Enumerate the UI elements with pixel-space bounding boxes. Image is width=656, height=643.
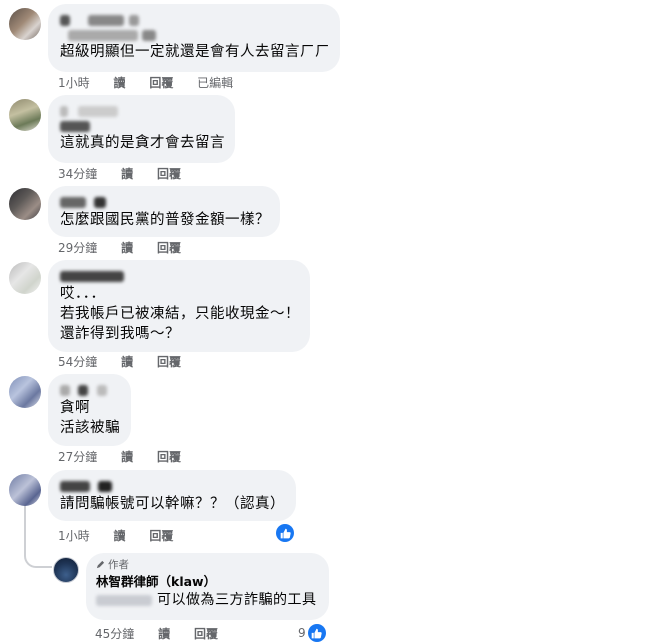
commenter-subname <box>60 28 328 42</box>
comment-timestamp[interactable]: 27分鐘 <box>58 450 97 464</box>
comment-bubble: 怎麼跟國民黨的普發金額一樣？ <box>48 186 280 237</box>
reply-text-row: 可以做為三方詐騙的工具 <box>96 590 319 610</box>
comment-text-line-3: 還詐得到我嗎～？ <box>60 326 180 342</box>
like-button[interactable]: 讀 <box>121 450 133 464</box>
comment-actions: 29分鐘 讀 回覆 <box>58 240 201 256</box>
reply-button[interactable]: 回覆 <box>157 355 181 369</box>
comment-text: 超級明顯但一定就還是會有人去留言ㄏㄏ <box>60 44 330 60</box>
like-button[interactable]: 讀 <box>158 627 170 641</box>
reply-button[interactable]: 回覆 <box>157 167 181 181</box>
commenter-name[interactable] <box>60 102 223 119</box>
commenter-subname <box>60 119 223 133</box>
thumbs-up-icon <box>311 628 322 638</box>
mentioned-user[interactable] <box>96 594 152 606</box>
author-name[interactable]: 林智群律師（klaw） <box>96 573 319 590</box>
reply-bubble: 作者 林智群律師（klaw） 可以做為三方詐騙的工具 <box>86 553 329 620</box>
comment-text: 這就真的是貪才會去留言 <box>60 135 225 151</box>
like-button[interactable]: 讀 <box>113 529 125 543</box>
author-badge: 作者 <box>96 558 319 573</box>
comment-actions: 34分鐘 讀 回覆 <box>58 166 201 182</box>
reaction-count-number: 9 <box>298 626 306 640</box>
comment-bubble: 請問騙帳號可以幹嘛？？（認真） <box>48 470 296 521</box>
comment-text: 請問騙帳號可以幹嘛？？（認真） <box>60 496 285 512</box>
reaction-count[interactable]: 9 <box>298 624 326 642</box>
commenter-name[interactable] <box>60 193 268 210</box>
comment-text-line-2: 若我帳戶已被凍結，只能收現金～！ <box>60 306 300 322</box>
comment-text: 怎麼跟國民黨的普發金額一樣？ <box>60 212 270 228</box>
avatar[interactable] <box>9 8 41 40</box>
pencil-icon <box>96 559 105 569</box>
reply-button[interactable]: 回覆 <box>157 450 181 464</box>
commenter-name[interactable] <box>60 267 298 284</box>
avatar[interactable] <box>9 262 41 294</box>
comment-timestamp[interactable]: 34分鐘 <box>58 167 97 181</box>
thumbs-up-icon <box>280 528 291 538</box>
comment-timestamp[interactable]: 29分鐘 <box>58 241 97 255</box>
reply-text: 可以做為三方詐騙的工具 <box>156 592 317 608</box>
like-reaction-icon <box>307 624 326 642</box>
comment-timestamp[interactable]: 54分鐘 <box>58 355 97 369</box>
reply-thread-line <box>24 506 52 568</box>
avatar[interactable] <box>9 376 41 408</box>
avatar[interactable] <box>9 99 41 131</box>
comment-actions: 54分鐘 讀 回覆 <box>58 354 201 370</box>
like-button[interactable]: 讀 <box>121 355 133 369</box>
comment-text-line-1: 哎．．． <box>60 286 106 302</box>
commenter-name[interactable] <box>60 477 284 494</box>
avatar[interactable] <box>9 474 41 506</box>
avatar[interactable] <box>9 188 41 220</box>
like-reaction-icon[interactable] <box>276 524 294 542</box>
author-avatar[interactable] <box>53 557 79 583</box>
reply-actions: 45分鐘 讀 回覆 <box>95 626 238 642</box>
like-button[interactable]: 讀 <box>121 241 133 255</box>
comment-bubble: 哎．．． 若我帳戶已被凍結，只能收現金～！ 還詐得到我嗎～？ <box>48 260 310 352</box>
comment-bubble: 這就真的是貪才會去留言 <box>48 95 235 163</box>
comment-bubble: 貪啊 活該被騙 <box>48 374 131 446</box>
comment-actions: 27分鐘 讀 回覆 <box>58 449 201 465</box>
like-button[interactable]: 讀 <box>121 167 133 181</box>
commenter-name[interactable] <box>60 381 119 398</box>
reply-timestamp[interactable]: 45分鐘 <box>95 627 134 641</box>
comment-bubble: 超級明顯但一定就還是會有人去留言ㄏㄏ <box>48 4 340 72</box>
comment-timestamp[interactable]: 1小時 <box>58 76 90 90</box>
reply-button[interactable]: 回覆 <box>157 241 181 255</box>
edited-label[interactable]: 已編輯 <box>197 76 233 90</box>
reply-button[interactable]: 回覆 <box>149 76 173 90</box>
comment-actions: 1小時 讀 回覆 已編輯 <box>58 75 253 91</box>
comment-text-line-2: 活該被騙 <box>60 420 120 436</box>
reply-button[interactable]: 回覆 <box>149 529 173 543</box>
author-badge-label: 作者 <box>108 559 129 571</box>
reply-button[interactable]: 回覆 <box>194 627 218 641</box>
comment-text-line-1: 貪啊 <box>60 400 90 416</box>
comment-timestamp[interactable]: 1小時 <box>58 529 90 543</box>
comment-actions: 1小時 讀 回覆 <box>58 528 193 544</box>
like-button[interactable]: 讀 <box>113 76 125 90</box>
commenter-name[interactable] <box>60 11 328 28</box>
